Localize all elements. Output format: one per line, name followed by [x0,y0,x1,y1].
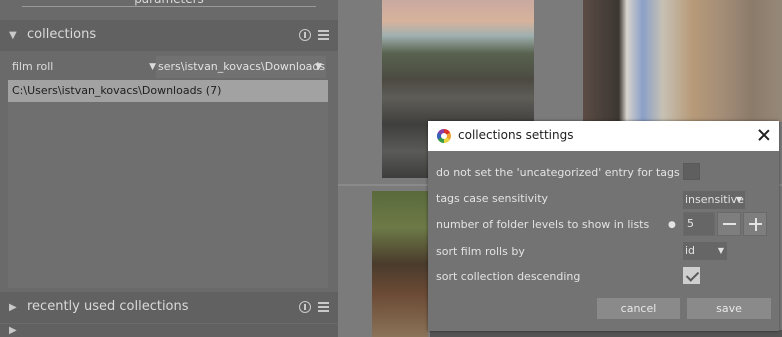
collections-title: collections [27,27,97,42]
chevron-down-icon[interactable]: ▼ [315,56,322,78]
chevron-down-icon: ▼ [717,246,724,255]
bullet-icon: ● [668,220,676,230]
divider [22,6,316,7]
collections-module-header[interactable]: ▼ collections [0,20,338,51]
list-item[interactable]: C:\Users\istvan_kovacs\Downloads (7) [8,80,328,102]
collections-settings-dialog: collections settings do not set the 'unc… [428,121,779,331]
recently-used-collections-title: recently used collections [27,299,189,314]
save-button[interactable]: save [687,298,771,319]
cancel-button[interactable]: cancel [597,298,680,319]
filter-value-text: sers\istvan_kovacs\Downloads [158,60,326,73]
recently-used-collections-header[interactable]: ▶ recently used collections [0,292,338,323]
chevron-down-icon: ▼ [149,62,156,72]
collection-list: C:\Users\istvan_kovacs\Downloads (7) [8,80,328,288]
folder-levels-input[interactable]: 5 [683,212,715,236]
thumbnail-partial[interactable] [430,330,782,337]
setting-label-sort-descending: sort collection descending [436,270,581,283]
thumbnail-street[interactable] [583,0,782,122]
close-icon[interactable] [757,128,771,142]
darktable-logo-icon [437,129,451,143]
sort-film-rolls-value: id [685,244,696,257]
parameters-module-strip: parameters [0,0,338,19]
filter-property-select[interactable]: film roll ▼ [8,56,156,78]
presets-menu-icon[interactable] [318,30,329,40]
dialog-titlebar[interactable]: collections settings [428,121,779,151]
decrement-button[interactable] [717,212,741,236]
setting-label-sort-film-rolls: sort film rolls by [436,245,525,258]
case-sensitivity-select[interactable]: insensitive ▼ [683,191,745,209]
thumbnail-forest[interactable] [372,191,428,337]
setting-label-case-sensitivity: tags case sensitivity [436,192,549,205]
image-information-header[interactable]: ▶ [0,324,338,337]
sort-descending-checkbox[interactable] [683,267,700,284]
collapse-arrow-icon[interactable]: ▶ [9,325,17,336]
dialog-title: collections settings [458,128,574,142]
filter-value-input[interactable]: sers\istvan_kovacs\Downloads ▼ [156,56,326,78]
expand-arrow-icon[interactable]: ▼ [9,30,17,41]
chevron-down-icon: ▼ [735,195,742,204]
presets-menu-icon[interactable] [318,302,329,312]
collection-filter-row: film roll ▼ sers\istvan_kovacs\Downloads… [8,56,328,78]
filter-property-label: film roll [12,60,54,73]
sort-film-rolls-select[interactable]: id ▼ [683,242,727,260]
increment-button[interactable] [743,212,767,236]
minus-icon [723,223,736,225]
uncategorized-checkbox[interactable] [683,163,700,180]
reset-icon[interactable] [299,301,311,313]
reset-icon[interactable] [299,29,311,41]
setting-label-folder-levels: number of folder levels to show in lists [436,218,650,231]
collapse-arrow-icon[interactable]: ▶ [9,302,17,313]
setting-label-uncategorized: do not set the 'uncategorized' entry for… [436,166,680,179]
left-panel: parameters ▼ collections film roll ▼ ser… [0,0,338,337]
